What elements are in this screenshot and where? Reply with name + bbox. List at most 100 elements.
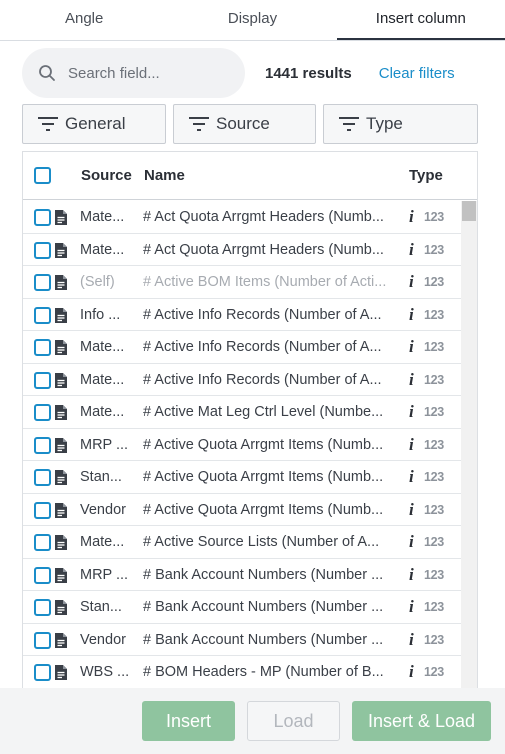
row-name: # Bank Account Numbers (Number ... — [143, 599, 384, 615]
table-row[interactable]: Stan... # Active Quota Arrgmt Items (Numb… — [23, 461, 463, 494]
row-checkbox[interactable] — [34, 436, 51, 454]
row-checkbox[interactable] — [34, 209, 51, 226]
scrollbar-track[interactable] — [461, 201, 477, 688]
row-checkbox[interactable] — [34, 566, 51, 584]
tab-display[interactable]: Display — [168, 0, 336, 40]
document-icon — [55, 535, 67, 550]
tab-insert-column[interactable]: Insert column — [336, 0, 505, 40]
row-source: MRP ... — [80, 436, 129, 453]
row-checkbox[interactable] — [34, 339, 51, 356]
row-checkbox[interactable] — [34, 241, 51, 259]
info-icon[interactable]: i — [409, 565, 414, 585]
info-icon[interactable]: i — [409, 532, 414, 552]
table-row[interactable]: Mate... # Active Mat Leg Ctrl Level (Numb… — [23, 396, 463, 429]
row-name: # Active Info Records (Number of A... — [143, 339, 382, 355]
table-row[interactable]: Mate... # Active Source Lists (Number of … — [23, 526, 463, 559]
row-checkbox[interactable] — [34, 664, 51, 681]
row-type-number: 123 — [424, 372, 444, 387]
filter-type-label: Type — [366, 114, 403, 133]
filter-general-button[interactable]: General — [22, 104, 166, 144]
table-row[interactable]: Mate... # Act Quota Arrgmt Headers (Numb.… — [23, 201, 463, 234]
table-row[interactable]: MRP ... # Bank Account Numbers (Number ..… — [23, 559, 463, 591]
row-type-number: 123 — [424, 470, 444, 484]
row-name: # Active Info Records (Number of A... — [143, 306, 382, 323]
table-row[interactable]: MRP ... # Active Quota Arrgmt Items (Numb… — [23, 429, 463, 461]
clear-filters-link[interactable]: Clear filters — [379, 65, 455, 82]
row-type-number: 123 — [424, 307, 444, 322]
info-icon[interactable]: i — [409, 272, 414, 292]
row-source: Vendor — [80, 631, 126, 648]
row-source: WBS ... — [80, 664, 130, 680]
row-checkbox[interactable] — [34, 469, 51, 486]
table-row[interactable]: Stan... # Bank Account Numbers (Number ..… — [23, 591, 463, 624]
table-row[interactable]: Mate... # Act Quota Arrgmt Headers (Numb.… — [23, 234, 463, 266]
row-name: # Active Mat Leg Ctrl Level (Numbe... — [143, 404, 384, 420]
column-header-name[interactable]: Name — [144, 167, 185, 184]
document-icon — [55, 405, 67, 420]
tab-angle[interactable]: Angle — [0, 0, 168, 40]
column-header-source[interactable]: Source — [81, 167, 132, 184]
info-icon[interactable]: i — [409, 500, 414, 520]
row-source: Mate... — [80, 371, 125, 388]
document-icon — [55, 632, 67, 648]
info-icon[interactable]: i — [409, 435, 414, 455]
row-checkbox[interactable] — [34, 599, 51, 616]
table-row[interactable]: (Self) # Active BOM Items (Number of Acti… — [23, 266, 463, 299]
info-icon[interactable]: i — [409, 207, 414, 227]
document-icon — [55, 470, 67, 485]
search-box[interactable] — [22, 48, 245, 98]
insert-button[interactable]: Insert — [142, 701, 235, 741]
info-icon[interactable]: i — [409, 402, 414, 422]
filter-source-button[interactable]: Source — [173, 104, 316, 144]
info-icon[interactable]: i — [409, 337, 414, 357]
filter-icon — [189, 117, 209, 131]
row-checkbox[interactable] — [34, 631, 51, 649]
select-all-checkbox[interactable] — [34, 167, 51, 184]
info-icon[interactable]: i — [409, 305, 414, 325]
row-type-number: 123 — [424, 340, 444, 354]
row-name: # Active Info Records (Number of A... — [143, 371, 382, 388]
scrollbar-thumb[interactable] — [462, 201, 476, 221]
search-input[interactable] — [68, 64, 228, 82]
info-icon[interactable]: i — [409, 630, 414, 650]
table-row[interactable]: Vendor # Bank Account Numbers (Number ...… — [23, 624, 463, 656]
results-count: 1441 results — [265, 64, 352, 82]
tab-bar: Angle Display Insert column — [0, 0, 505, 41]
document-icon — [55, 275, 67, 290]
document-icon — [55, 242, 67, 258]
document-icon — [55, 372, 67, 388]
row-source: Mate... — [80, 339, 125, 355]
info-icon[interactable]: i — [409, 370, 414, 390]
row-checkbox[interactable] — [34, 534, 51, 551]
info-icon[interactable]: i — [409, 240, 414, 260]
row-checkbox[interactable] — [34, 404, 51, 421]
document-icon — [55, 437, 67, 453]
load-button[interactable]: Load — [247, 701, 340, 741]
row-checkbox[interactable] — [34, 274, 51, 291]
document-icon — [55, 567, 67, 583]
row-name: # Act Quota Arrgmt Headers (Numb... — [143, 241, 384, 258]
info-icon[interactable]: i — [409, 467, 414, 487]
table-row[interactable]: Mate... # Active Info Records (Number of … — [23, 331, 463, 364]
info-icon[interactable]: i — [409, 662, 414, 682]
column-header-type[interactable]: Type — [409, 167, 443, 184]
row-checkbox[interactable] — [34, 306, 51, 324]
table-body: Mate... # Act Quota Arrgmt Headers (Numb.… — [23, 201, 463, 688]
row-type-number: 123 — [424, 567, 444, 582]
filter-type-button[interactable]: Type — [323, 104, 478, 144]
document-icon — [55, 502, 67, 518]
row-name: # Active BOM Items (Number of Acti... — [143, 274, 387, 290]
info-icon[interactable]: i — [409, 597, 414, 617]
table-row[interactable]: Vendor # Active Quota Arrgmt Items (Numb.… — [23, 494, 463, 526]
filter-general-label: General — [65, 114, 126, 133]
table-row[interactable]: Info ... # Active Info Records (Number of… — [23, 299, 463, 331]
filter-icon — [38, 117, 58, 131]
insert-and-load-button[interactable]: Insert & Load — [352, 701, 491, 741]
table-row[interactable]: Mate... # Active Info Records (Number of … — [23, 364, 463, 396]
row-checkbox[interactable] — [34, 371, 51, 389]
row-source: Info ... — [80, 306, 121, 323]
row-name: # Act Quota Arrgmt Headers (Numb... — [143, 209, 384, 225]
row-checkbox[interactable] — [34, 501, 51, 519]
table-row[interactable]: WBS ... # BOM Headers - MP (Number of B..… — [23, 656, 463, 688]
row-type-number: 123 — [424, 405, 444, 419]
